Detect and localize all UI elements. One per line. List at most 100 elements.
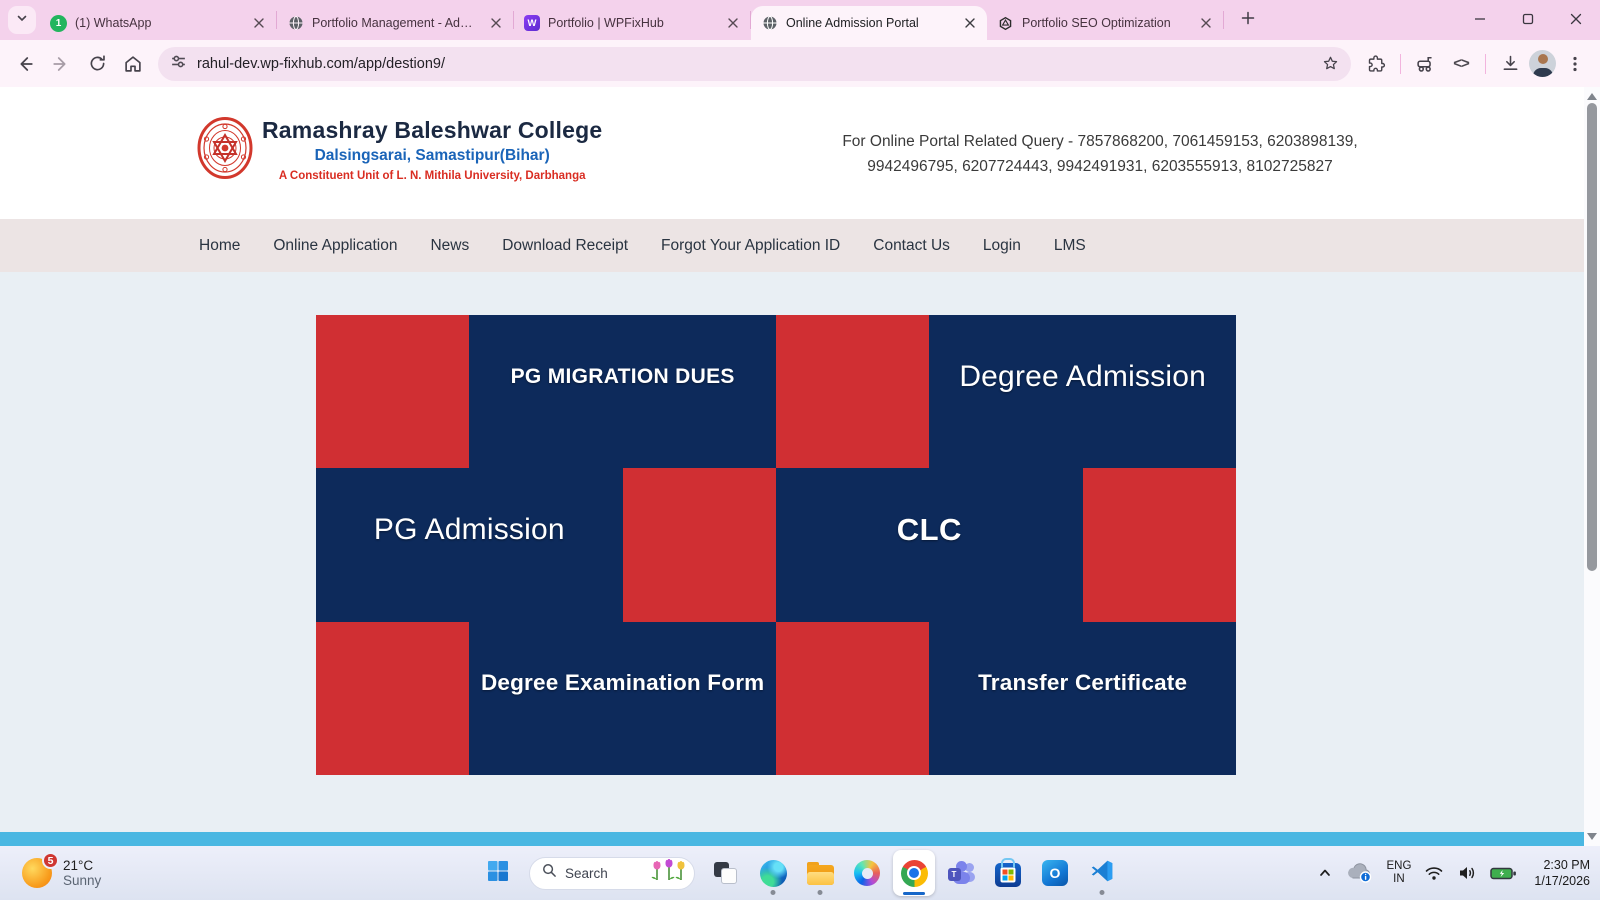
wpfixhub-monogram: W — [528, 18, 537, 29]
tile-degree-examination-form[interactable]: Degree Examination Form — [469, 622, 776, 775]
nav-item-forgot-application-id[interactable]: Forgot Your Application ID — [661, 237, 840, 255]
close-icon[interactable] — [961, 14, 979, 32]
extensions-icon[interactable] — [1359, 47, 1393, 81]
page-viewport: Ramashray Baleshwar College Dalsingsarai… — [0, 87, 1600, 846]
nav-item-lms[interactable]: LMS — [1054, 237, 1086, 255]
nav-item-login[interactable]: Login — [983, 237, 1021, 255]
college-name: Ramashray Baleshwar College — [262, 117, 602, 144]
onedrive-icon[interactable] — [1345, 863, 1373, 883]
teams-icon: T — [948, 861, 975, 886]
tab-wpfixhub[interactable]: W Portfolio | WPFixHub — [514, 6, 750, 40]
tab-title: Portfolio | WPFixHub — [548, 16, 716, 30]
content-area: PG MIGRATION DUES Degree Admission PG Ad… — [0, 272, 1584, 832]
nav-item-online-application[interactable]: Online Application — [273, 237, 397, 255]
language-indicator[interactable]: ENG IN — [1386, 860, 1411, 887]
site-header: Ramashray Baleshwar College Dalsingsarai… — [0, 87, 1584, 219]
downloads-icon[interactable] — [1493, 47, 1527, 81]
edge-browser-button[interactable] — [752, 850, 794, 896]
decor-tile-red — [776, 622, 929, 775]
close-icon[interactable] — [1197, 14, 1215, 32]
close-icon[interactable] — [487, 14, 505, 32]
college-identity: Ramashray Baleshwar College Dalsingsarai… — [262, 117, 602, 182]
whatsapp-badge: 1 — [56, 18, 62, 29]
language-line1: ENG — [1386, 860, 1411, 874]
taskbar-search-box[interactable]: Search — [529, 857, 695, 890]
back-button[interactable] — [8, 47, 42, 81]
close-icon[interactable] — [724, 14, 742, 32]
address-bar[interactable]: rahul-dev.wp-fixhub.com/app/destion9/ — [158, 47, 1351, 81]
tab-online-admission-portal-active[interactable]: Online Admission Portal — [751, 6, 987, 40]
chrome-icon — [901, 860, 928, 887]
microsoft-store-button[interactable] — [987, 850, 1029, 896]
outlook-button[interactable]: O — [1034, 850, 1076, 896]
nav-item-home[interactable]: Home — [199, 237, 240, 255]
tab-search-button[interactable] — [8, 6, 36, 34]
page-scrollbar[interactable] — [1584, 87, 1600, 846]
weather-condition: Sunny — [63, 873, 101, 889]
wpfixhub-icon: W — [524, 15, 540, 31]
tab-title: Portfolio SEO Optimization — [1022, 16, 1189, 30]
site-info-icon[interactable] — [170, 53, 187, 75]
start-button[interactable] — [477, 850, 519, 896]
system-tray: ENG IN 2:30 PM 1/17/2026 — [1318, 846, 1590, 900]
tile-pg-migration-dues[interactable]: PG MIGRATION DUES — [469, 315, 776, 468]
footer-blue-strip — [0, 832, 1584, 846]
wifi-icon[interactable] — [1424, 864, 1444, 882]
home-button[interactable] — [116, 47, 150, 81]
whatsapp-icon: 1 — [50, 15, 67, 32]
globe-icon — [287, 15, 304, 32]
battery-icon[interactable] — [1490, 866, 1517, 881]
scrollbar-thumb[interactable] — [1587, 103, 1597, 571]
tab-title: Online Admission Portal — [786, 16, 953, 30]
weather-widget[interactable]: 5 21°C Sunny — [22, 846, 101, 900]
close-icon[interactable] — [250, 14, 268, 32]
language-line2: IN — [1386, 873, 1411, 887]
taskbar-clock[interactable]: 2:30 PM 1/17/2026 — [1534, 857, 1590, 890]
tile-clc[interactable]: CLC — [776, 468, 1083, 621]
tile-label: Degree Examination Form — [481, 670, 764, 696]
tab-whatsapp[interactable]: 1 (1) WhatsApp — [40, 6, 276, 40]
decor-tile-red — [1083, 468, 1236, 621]
scroll-down-arrow[interactable] — [1587, 833, 1597, 840]
maximize-button[interactable] — [1504, 0, 1552, 38]
chrome-button-active[interactable] — [893, 850, 935, 896]
minimize-button[interactable] — [1456, 0, 1504, 38]
nav-item-download-receipt[interactable]: Download Receipt — [502, 237, 628, 255]
close-window-button[interactable] — [1552, 0, 1600, 38]
nav-item-contact-us[interactable]: Contact Us — [873, 237, 950, 255]
college-location: Dalsingsarai, Samastipur(Bihar) — [262, 147, 602, 165]
tile-label: Degree Admission — [959, 360, 1206, 394]
volume-icon[interactable] — [1457, 864, 1477, 882]
vscode-icon — [1089, 858, 1115, 889]
tray-chevron-up-icon[interactable] — [1318, 866, 1332, 880]
task-view-button[interactable] — [705, 850, 747, 896]
tab-seo-optimization[interactable]: Portfolio SEO Optimization — [987, 6, 1223, 40]
new-tab-button[interactable] — [1234, 6, 1262, 34]
search-icon — [542, 863, 557, 883]
tile-degree-admission[interactable]: Degree Admission — [929, 315, 1236, 468]
code-extension-icon[interactable]: <> — [1444, 47, 1478, 81]
clock-time: 2:30 PM — [1534, 857, 1590, 874]
forward-button[interactable] — [44, 47, 78, 81]
menu-kebab-icon[interactable] — [1558, 47, 1592, 81]
tile-label: CLC — [897, 512, 962, 548]
teams-button[interactable]: T — [940, 850, 982, 896]
file-explorer-button[interactable] — [799, 850, 841, 896]
tab-title: Portfolio Management - Admin — [312, 16, 479, 30]
bookmark-star-icon[interactable] — [1315, 49, 1345, 79]
crawler-extension-icon[interactable] — [1408, 47, 1442, 81]
decor-tile-red — [623, 468, 776, 621]
profile-avatar[interactable] — [1529, 50, 1556, 77]
toolbar-separator — [1400, 54, 1401, 74]
copilot-button[interactable] — [846, 850, 888, 896]
tab-strip: 1 (1) WhatsApp Portfolio Management - Ad… — [0, 0, 1600, 40]
window-controls — [1456, 0, 1600, 38]
vscode-button[interactable] — [1081, 850, 1123, 896]
tab-title: (1) WhatsApp — [75, 16, 242, 30]
tab-portfolio-management[interactable]: Portfolio Management - Admin — [277, 6, 513, 40]
tile-pg-admission[interactable]: PG Admission — [316, 468, 623, 621]
scroll-up-arrow[interactable] — [1587, 93, 1597, 100]
tile-transfer-certificate[interactable]: Transfer Certificate — [929, 622, 1236, 775]
reload-button[interactable] — [80, 47, 114, 81]
nav-item-news[interactable]: News — [430, 237, 469, 255]
